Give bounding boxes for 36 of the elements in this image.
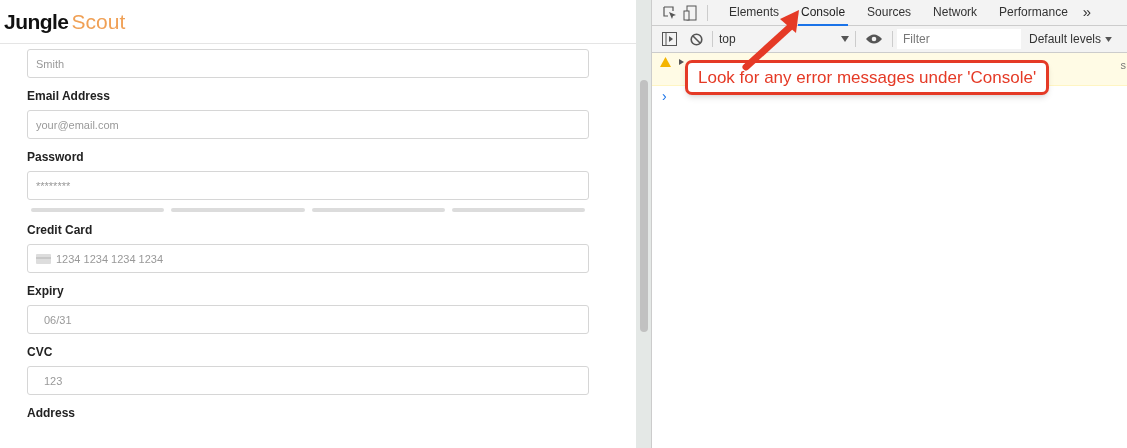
more-tabs-button[interactable]: » xyxy=(1082,1,1092,24)
warning-text: s xyxy=(1120,58,1126,73)
devtools-tab[interactable]: Elements xyxy=(726,0,783,26)
console-prompt[interactable]: › xyxy=(662,85,667,107)
warning-icon xyxy=(660,57,671,67)
context-select[interactable]: top xyxy=(719,30,855,48)
field-label: Password xyxy=(27,149,85,166)
field-label: Email Address xyxy=(27,88,111,105)
devtools-tab[interactable]: Performance xyxy=(996,0,1071,26)
annotation-callout: Look for any error messages under 'Console' xyxy=(685,60,1050,95)
dropdown-arrow-icon xyxy=(1105,36,1113,42)
input-field[interactable]: ******** xyxy=(27,171,589,200)
filter-field[interactable]: Filter xyxy=(897,29,1021,49)
clear-icon[interactable] xyxy=(690,32,703,46)
field-label: Credit Card xyxy=(27,222,94,239)
device-icon[interactable] xyxy=(683,4,697,21)
input-field[interactable]: 1234 1234 1234 1234 xyxy=(27,244,589,273)
input-field[interactable]: Smith xyxy=(27,49,589,78)
devtools-tab[interactable]: Network xyxy=(930,0,981,26)
scrollbar[interactable] xyxy=(636,0,651,448)
input-field[interactable]: 123 xyxy=(27,366,589,395)
levels-dropdown[interactable]: Default levels xyxy=(1029,30,1113,48)
expand-arrow-icon xyxy=(679,59,684,65)
dropdown-arrow-icon xyxy=(841,36,849,42)
input-field[interactable]: your@email.com xyxy=(27,110,589,139)
input-field[interactable]: 06/31 xyxy=(27,305,589,334)
sidebar-toggle-icon[interactable] xyxy=(662,32,677,46)
logo-text: Scout xyxy=(71,8,126,35)
field-label: Expiry xyxy=(27,283,65,300)
eye-icon[interactable] xyxy=(866,34,882,44)
devtools-tab[interactable]: Sources xyxy=(864,0,915,26)
card-icon xyxy=(36,254,51,264)
field-label: Address xyxy=(27,405,77,422)
logo-text: Jungle xyxy=(4,8,69,35)
inspect-icon[interactable] xyxy=(663,5,677,20)
field-label: CVC xyxy=(27,344,54,361)
